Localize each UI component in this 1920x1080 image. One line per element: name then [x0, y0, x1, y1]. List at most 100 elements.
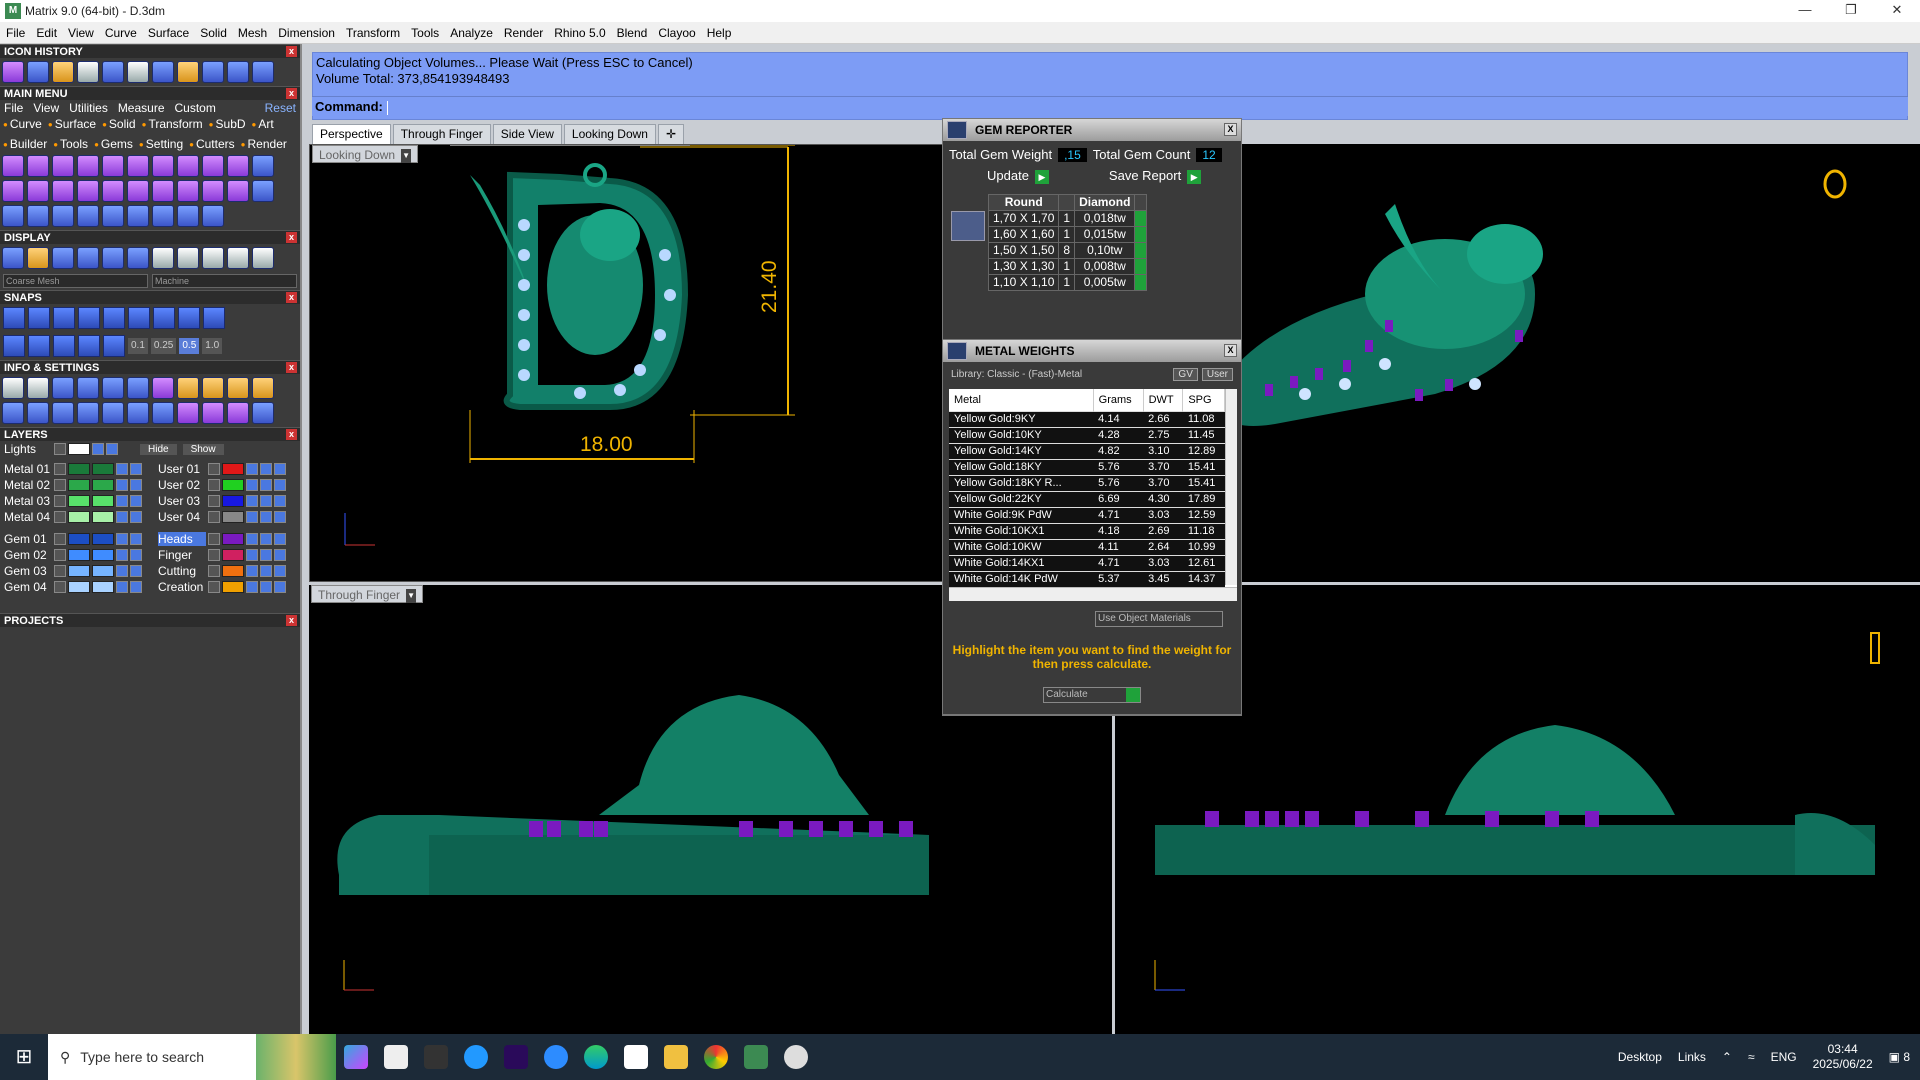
tab-side-view[interactable]: Side View [492, 124, 562, 144]
wireframe-icon[interactable] [2, 247, 24, 269]
tab-looking-down[interactable]: Looking Down [563, 124, 656, 144]
copilot-icon[interactable] [336, 1034, 376, 1080]
tool-icon[interactable] [227, 155, 249, 177]
premiere-icon[interactable] [496, 1034, 536, 1080]
curve-tool-icon[interactable] [52, 61, 74, 83]
snap-vertex-icon[interactable] [103, 335, 125, 357]
command-line[interactable]: Command: [312, 96, 1908, 116]
tool-icon[interactable] [152, 180, 174, 202]
zoom-icon[interactable] [27, 377, 49, 399]
menu-blend[interactable]: Blend [617, 26, 648, 40]
table-row[interactable]: Yellow Gold:10KY 4.28 2.75 11.45 [949, 426, 1225, 443]
layer-row[interactable]: Gem 02 [0, 547, 146, 563]
menu-clayoo[interactable]: Clayoo [658, 26, 695, 40]
taskbar-search[interactable]: ⚲ Type here to search [48, 1034, 336, 1080]
user-toggle[interactable]: User [1201, 368, 1233, 381]
tool-icon[interactable] [77, 180, 99, 202]
file-explorer-icon[interactable] [656, 1034, 696, 1080]
info-icon[interactable] [127, 402, 149, 424]
snap-plane-icon[interactable] [28, 335, 50, 357]
render-icon[interactable] [102, 247, 124, 269]
menu-view[interactable]: View [68, 26, 94, 40]
main-menu-measure[interactable]: Measure [118, 101, 165, 115]
snap-end-icon[interactable] [53, 307, 75, 329]
table-row[interactable]: White Gold:10KX1 4.18 2.69 11.18 [949, 522, 1225, 539]
snap-ortho-icon[interactable] [3, 335, 25, 357]
app-icon[interactable] [456, 1034, 496, 1080]
undo-arrow-icon[interactable] [227, 61, 249, 83]
info-icon[interactable] [102, 377, 124, 399]
snap-mid-icon[interactable] [178, 307, 200, 329]
tool-icon[interactable] [177, 155, 199, 177]
matrix-app-icon[interactable] [736, 1034, 776, 1080]
language-indicator[interactable]: ENG [1771, 1050, 1797, 1064]
sphere-icon[interactable] [77, 247, 99, 269]
reset-button[interactable]: Reset [265, 101, 296, 115]
table-row[interactable]: Yellow Gold:18KY R... 5.76 3.70 15.41 [949, 474, 1225, 491]
main-menu-utilities[interactable]: Utilities [69, 101, 108, 115]
tool-icon[interactable] [177, 205, 199, 227]
sphere-icon[interactable] [52, 247, 74, 269]
grid-icon[interactable] [2, 402, 24, 424]
category-gems[interactable]: Gems [94, 137, 133, 151]
layer-row[interactable]: Metal 03 [0, 493, 146, 509]
tab-perspective[interactable]: Perspective [312, 124, 391, 144]
menu-curve[interactable]: Curve [105, 26, 137, 40]
info-icon[interactable] [152, 402, 174, 424]
close-icon[interactable]: x [286, 292, 297, 303]
info-icon[interactable] [177, 377, 199, 399]
category-subd[interactable]: SubD [209, 117, 246, 131]
material-icon[interactable] [227, 247, 249, 269]
menu-edit[interactable]: Edit [36, 26, 57, 40]
horizontal-scrollbar[interactable] [949, 587, 1237, 601]
layer-row[interactable]: User 01 [154, 461, 300, 477]
layer-icon[interactable] [127, 247, 149, 269]
tab-through-finger[interactable]: Through Finger [392, 124, 491, 144]
show-button[interactable]: Show [182, 443, 224, 455]
update-button[interactable]: Update ▶ [987, 168, 1049, 184]
category-tools[interactable]: Tools [53, 137, 88, 151]
table-row[interactable]: Yellow Gold:22KY 6.69 4.30 17.89 [949, 490, 1225, 507]
close-icon[interactable]: x [286, 232, 297, 243]
layer-row[interactable]: Gem 04 [0, 579, 146, 595]
category-solid[interactable]: Solid [102, 117, 136, 131]
use-object-materials-checkbox[interactable]: Use Object Materials [1095, 611, 1223, 627]
store-icon[interactable] [376, 1034, 416, 1080]
chevron-up-icon[interactable]: ⌃ [1722, 1050, 1732, 1064]
info-icon[interactable] [227, 377, 249, 399]
snap-perp-icon[interactable] [103, 307, 125, 329]
material-icon[interactable] [177, 247, 199, 269]
tool-icon[interactable] [2, 155, 24, 177]
info-icon[interactable] [202, 377, 224, 399]
snap-value-01[interactable]: 0.1 [128, 338, 148, 354]
tool-icon[interactable] [127, 155, 149, 177]
snap-line-icon[interactable] [53, 335, 75, 357]
edge-icon[interactable] [576, 1034, 616, 1080]
tool-icon[interactable] [127, 205, 149, 227]
main-menu-custom[interactable]: Custom [175, 101, 216, 115]
tool-icon[interactable] [252, 155, 274, 177]
restore-button[interactable]: ❐ [1828, 0, 1874, 22]
info-icon[interactable] [77, 402, 99, 424]
menu-analyze[interactable]: Analyze [450, 26, 493, 40]
layer-row[interactable]: Metal 04 [0, 509, 146, 525]
layer-row[interactable]: Cutting [154, 563, 300, 579]
tool-icon[interactable] [152, 205, 174, 227]
layer-row[interactable]: User 04 [154, 509, 300, 525]
material-icon[interactable] [152, 247, 174, 269]
table-row[interactable]: 1,50 X 1,50 8 0,10tw [987, 241, 1148, 259]
desktop-toolbar[interactable]: Desktop [1618, 1050, 1662, 1064]
info-icon[interactable] [202, 402, 224, 424]
app-icon[interactable] [616, 1034, 656, 1080]
move-tool-icon[interactable] [102, 61, 124, 83]
table-row[interactable]: 1,60 X 1,60 1 0,015tw [987, 225, 1148, 243]
add-tab-button[interactable]: ✛ [657, 124, 685, 144]
layer-row[interactable]: Metal 02 [0, 477, 146, 493]
pen-icon[interactable] [127, 377, 149, 399]
layer-row[interactable]: Metal 01 [0, 461, 146, 477]
table-row[interactable]: White Gold:14KX1 4.71 3.03 12.61 [949, 554, 1225, 571]
category-art[interactable]: Art [252, 117, 273, 131]
close-button[interactable]: ✕ [1874, 0, 1920, 22]
category-curve[interactable]: Curve [3, 117, 42, 131]
info-icon[interactable] [152, 377, 174, 399]
